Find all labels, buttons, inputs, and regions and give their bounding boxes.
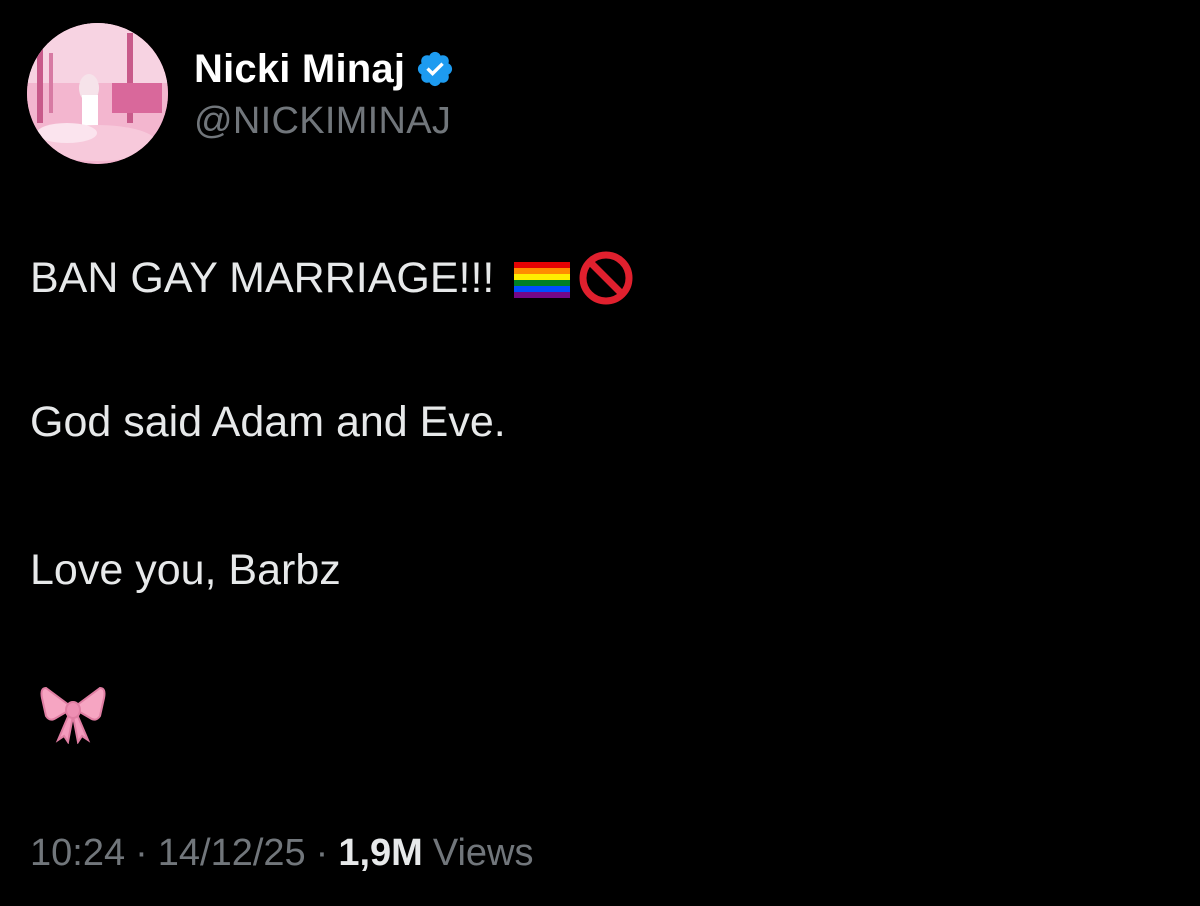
tweet-text-line-1-text: BAN GAY MARRIAGE!!! xyxy=(30,253,495,302)
author-handle[interactable]: @NICKIMINAJ xyxy=(194,100,451,143)
views-label: Views xyxy=(432,832,534,874)
views-count[interactable]: 1,9M xyxy=(338,832,422,875)
verified-badge-icon[interactable] xyxy=(415,49,455,89)
author-name-row: Nicki Minaj xyxy=(194,44,455,94)
tweet-text-line-1: BAN GAY MARRIAGE!!! xyxy=(30,250,634,306)
tweet-text-line-2: God said Adam and Eve. xyxy=(30,398,506,446)
pink-ribbon-icon xyxy=(40,682,106,745)
profile-avatar[interactable] xyxy=(27,23,168,164)
prohibited-icon xyxy=(578,250,634,306)
tweet-date[interactable]: 14/12/25 xyxy=(158,832,306,875)
meta-separator: · xyxy=(315,832,329,874)
tweet-detail: Nicki Minaj @NICKIMINAJ BAN GAY MARRIAGE… xyxy=(0,0,1200,906)
tweet-text-line-3: Love you, Barbz xyxy=(30,546,341,594)
avatar-image xyxy=(27,23,168,164)
tweet-time[interactable]: 10:24 xyxy=(30,832,125,875)
tweet-meta: 10:24 · 14/12/25 · 1,9M Views xyxy=(30,832,534,875)
author-display-name[interactable]: Nicki Minaj xyxy=(194,47,405,92)
rainbow-flag-icon xyxy=(514,260,571,298)
meta-separator: · xyxy=(135,832,148,874)
